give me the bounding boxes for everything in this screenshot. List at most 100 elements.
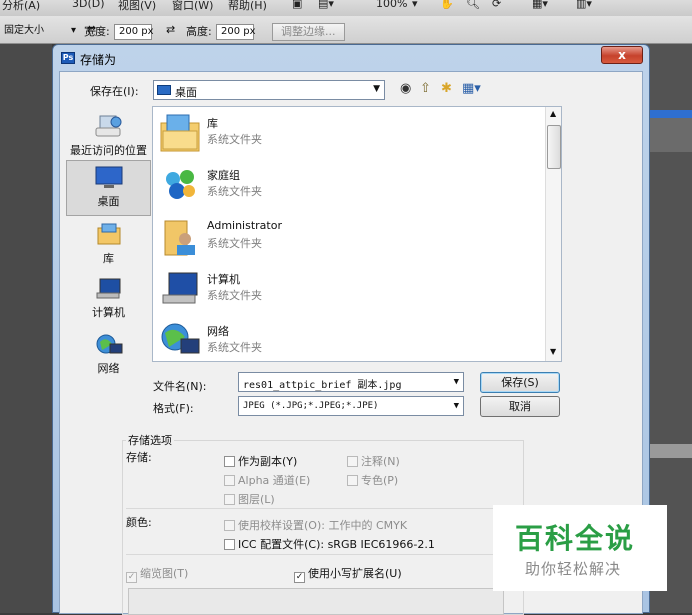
- file-name: 计算机: [207, 273, 240, 286]
- close-button[interactable]: x: [601, 46, 643, 64]
- separator: [126, 508, 518, 509]
- checkbox-box: [347, 456, 358, 467]
- style-select[interactable]: 固定大小 ▾: [0, 24, 78, 40]
- libraries-icon: [94, 222, 124, 248]
- file-type: 系统文件夹: [207, 185, 262, 198]
- place-network[interactable]: 网络: [66, 332, 151, 376]
- checkbox-box: [224, 539, 235, 550]
- menu-analysis[interactable]: 分析(A): [2, 0, 40, 13]
- arrange-icon[interactable]: ▤▾: [318, 0, 334, 10]
- checkbox-box: [224, 520, 235, 531]
- place-label: 桌面: [97, 195, 120, 208]
- place-label: 网络: [97, 362, 120, 375]
- dialog-titlebar[interactable]: Ps 存储为 x: [53, 45, 649, 71]
- checkbox-box: [347, 475, 358, 486]
- warning-area: [128, 588, 504, 615]
- panel-strip-lower: [645, 444, 692, 458]
- close-icon: x: [618, 48, 626, 62]
- list-item[interactable]: 库 系统文件夹: [159, 107, 539, 159]
- height-input[interactable]: 200 px: [216, 24, 256, 40]
- style-value: 固定大小: [4, 25, 44, 36]
- menu-3d[interactable]: 3D(D): [72, 0, 105, 10]
- layers-label: 图层(L): [238, 493, 275, 506]
- icc-label: ICC 配置文件(C): sRGB IEC61966-2.1: [238, 538, 435, 551]
- recent-places-icon: [94, 114, 124, 140]
- as-copy-checkbox[interactable]: 作为副本(Y): [224, 453, 297, 469]
- network-icon: [94, 332, 124, 358]
- hand-tool-icon[interactable]: ✋: [440, 0, 454, 10]
- file-name: Administrator: [207, 219, 282, 232]
- list-item[interactable]: 计算机 系统文件夹: [159, 263, 539, 315]
- list-item[interactable]: 网络 系统文件夹: [159, 315, 539, 361]
- storage-label: 存储:: [126, 451, 152, 464]
- chevron-down-icon[interactable]: ▼: [454, 377, 459, 387]
- alpha-channels-checkbox[interactable]: Alpha 通道(E): [224, 472, 310, 488]
- save-button[interactable]: 保存(S): [480, 372, 560, 393]
- homegroup-icon: [159, 165, 201, 205]
- filename-input[interactable]: res01_attpic_brief 副本.jpg ▼: [238, 372, 464, 392]
- scroll-down-icon[interactable]: ▼: [550, 347, 556, 356]
- file-list-scrollbar[interactable]: ▲ ▼: [545, 107, 561, 361]
- lowercase-extension-checkbox[interactable]: ✓ 使用小写扩展名(U): [294, 565, 402, 583]
- checkbox-box: [224, 494, 235, 505]
- save-in-select[interactable]: 桌面 ▼: [153, 80, 385, 100]
- proof-setup-checkbox[interactable]: 使用校样设置(O): 工作中的 CMYK: [224, 517, 407, 533]
- dialog-title: 存储为: [80, 53, 117, 67]
- place-libraries[interactable]: 库: [66, 222, 151, 266]
- chevron-down-icon: ▾: [70, 25, 76, 36]
- refine-edge-button[interactable]: 调整边缘...: [272, 23, 345, 41]
- back-icon[interactable]: ◉: [400, 81, 411, 96]
- list-item[interactable]: Administrator 系统文件夹: [159, 211, 539, 263]
- layers-checkbox[interactable]: 图层(L): [224, 491, 275, 507]
- menu-view[interactable]: 视图(V): [118, 0, 156, 13]
- width-input[interactable]: 200 px: [114, 24, 154, 40]
- thumbnail-checkbox[interactable]: ✓ 缩览图(T): [126, 565, 188, 583]
- canvas-area: [0, 44, 52, 613]
- screen-mode-icon[interactable]: ▣: [292, 0, 302, 10]
- file-type: 系统文件夹: [207, 133, 262, 146]
- file-list[interactable]: 库 系统文件夹 家庭组 系统文件夹 Administrator 系统文件夹 计算…: [152, 106, 562, 362]
- file-type: 系统文件夹: [207, 289, 262, 302]
- panel-selected-row: [645, 110, 692, 118]
- checkbox-box: ✓: [126, 572, 137, 583]
- zoom-tool-icon[interactable]: 🔍︎: [466, 0, 480, 10]
- watermark-subtitle: 助你轻松解决: [525, 560, 622, 578]
- proof-label: 使用校样设置(O): 工作中的 CMYK: [238, 519, 408, 532]
- notes-checkbox[interactable]: 注释(N): [347, 453, 400, 469]
- extras-icon[interactable]: ▦▾: [532, 0, 548, 10]
- format-value: JPEG (*.JPG;*.JPEG;*.JPE): [243, 401, 379, 411]
- place-computer[interactable]: 计算机: [66, 276, 151, 320]
- filename-label: 文件名(N):: [153, 380, 207, 393]
- format-select[interactable]: JPEG (*.JPG;*.JPEG;*.JPE) ▼: [238, 396, 464, 416]
- swap-dimensions-icon[interactable]: ⇄: [166, 23, 175, 36]
- checkbox-box: [224, 456, 235, 467]
- as-copy-label: 作为副本(Y): [238, 455, 298, 468]
- place-desktop[interactable]: 桌面: [66, 160, 151, 216]
- zoom-dropdown-icon[interactable]: ▾: [412, 0, 418, 10]
- place-recent[interactable]: 最近访问的位置: [66, 114, 151, 158]
- scroll-up-icon[interactable]: ▲: [550, 109, 556, 118]
- save-in-value: 桌面: [175, 86, 197, 99]
- photoshop-icon: Ps: [61, 52, 75, 64]
- computer-icon: [159, 269, 201, 309]
- view-menu-icon[interactable]: ▦▾: [462, 81, 481, 96]
- spot-label: 专色(P): [361, 474, 399, 487]
- menu-help[interactable]: 帮助(H): [228, 0, 267, 13]
- menu-window[interactable]: 窗口(W): [172, 0, 213, 13]
- file-name: 网络: [207, 325, 229, 338]
- cancel-button[interactable]: 取消: [480, 396, 560, 417]
- scroll-thumb[interactable]: [547, 125, 561, 169]
- alpha-label: Alpha 通道(E): [238, 474, 311, 487]
- spot-colors-checkbox[interactable]: 专色(P): [347, 472, 398, 488]
- up-folder-icon[interactable]: ⇧: [420, 81, 431, 96]
- network-icon: [159, 321, 201, 361]
- workspace-icon[interactable]: ▥▾: [576, 0, 592, 10]
- icc-profile-checkbox[interactable]: ICC 配置文件(C): sRGB IEC61966-2.1: [224, 536, 435, 552]
- user-folder-icon: [159, 217, 201, 257]
- place-label: 库: [103, 252, 114, 265]
- zoom-level[interactable]: 100%: [376, 0, 407, 10]
- rotate-view-icon[interactable]: ⟳: [492, 0, 501, 10]
- new-folder-icon[interactable]: ✱: [441, 81, 452, 96]
- chevron-down-icon: ▼: [373, 84, 380, 94]
- list-item[interactable]: 家庭组 系统文件夹: [159, 159, 539, 211]
